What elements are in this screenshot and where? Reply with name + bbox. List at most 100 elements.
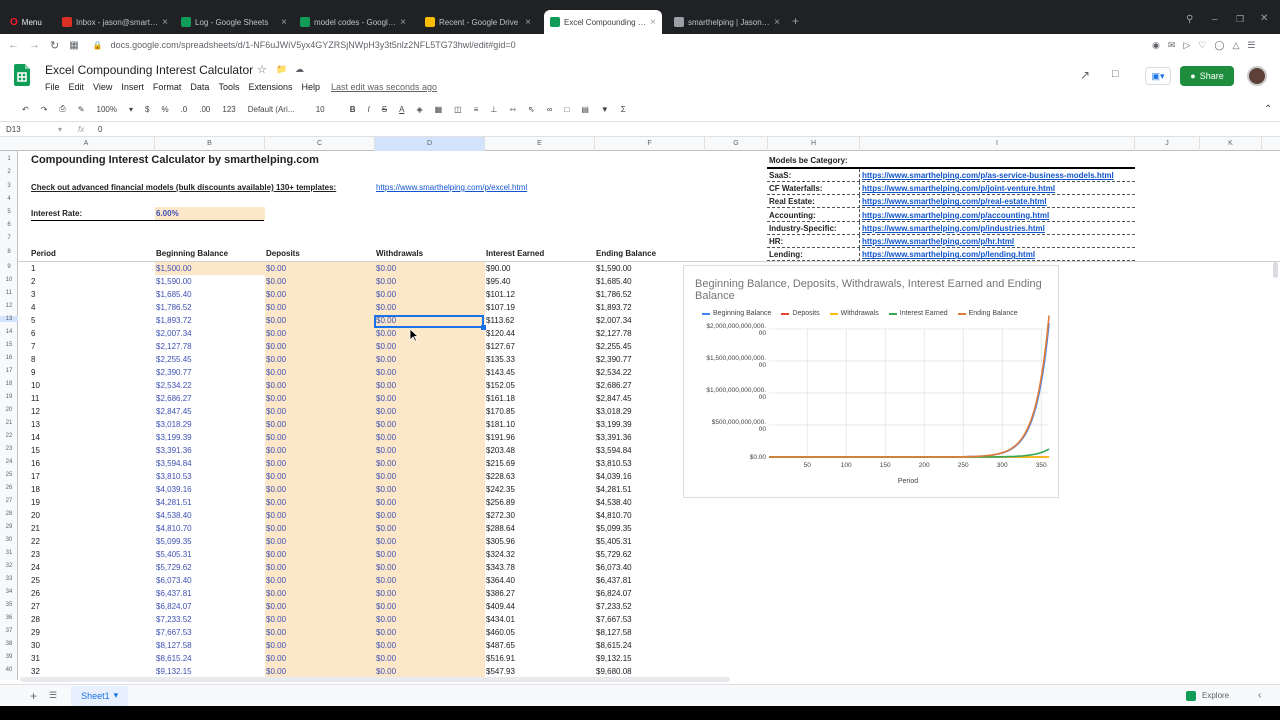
tab-close-icon[interactable]: × — [774, 17, 780, 28]
table-cell[interactable]: $0.00 — [376, 654, 396, 664]
restore-icon[interactable]: ❐ — [1236, 14, 1244, 25]
table-cell[interactable]: $3,594.84 — [156, 459, 192, 469]
row-header[interactable]: 35 — [0, 602, 18, 608]
column-title[interactable]: Withdrawals — [376, 249, 423, 259]
row-header[interactable]: 11 — [0, 290, 18, 296]
browser-tab[interactable]: smarthelping | Jason Varne... × — [668, 12, 786, 32]
table-cell[interactable]: $0.00 — [376, 628, 396, 638]
table-cell[interactable]: $107.19 — [486, 303, 515, 313]
table-cell[interactable]: $2,686.27 — [596, 381, 632, 391]
filter-icon[interactable]: ▼ — [601, 105, 609, 114]
menu-file[interactable]: File — [45, 82, 60, 92]
table-cell[interactable]: $3,391.36 — [596, 433, 632, 443]
menu-data[interactable]: Data — [190, 82, 209, 92]
table-cell[interactable]: $409.44 — [486, 602, 515, 612]
browser-tab[interactable]: Log - Google Sheets × — [175, 12, 293, 32]
table-cell[interactable]: 26 — [31, 589, 40, 599]
row-header[interactable]: 1 — [0, 156, 18, 162]
table-cell[interactable]: $3,810.53 — [156, 472, 192, 482]
reload-icon[interactable]: ↻ — [50, 39, 59, 52]
table-cell[interactable]: 24 — [31, 563, 40, 573]
present-meet-button[interactable]: ▣▾ — [1145, 67, 1171, 85]
table-cell[interactable]: $0.00 — [266, 264, 286, 274]
table-cell[interactable]: $0.00 — [376, 485, 396, 495]
column-header-i[interactable]: I — [860, 137, 1135, 151]
menu-extensions[interactable]: Extensions — [248, 82, 292, 92]
table-cell[interactable]: $0.00 — [266, 667, 286, 677]
table-cell[interactable]: $135.33 — [486, 355, 515, 365]
row-header[interactable]: 25 — [0, 472, 18, 478]
table-cell[interactable]: $0.00 — [266, 459, 286, 469]
row-header[interactable]: 21 — [0, 420, 18, 426]
row-header[interactable]: 2 — [0, 169, 18, 175]
table-cell[interactable]: $8,127.58 — [596, 628, 632, 638]
table-cell[interactable]: 12 — [31, 407, 40, 417]
sheet-tab-sheet1[interactable]: Sheet1 ▾ — [71, 685, 129, 706]
menu-help[interactable]: Help — [301, 82, 320, 92]
table-cell[interactable]: $1,893.72 — [596, 303, 632, 313]
comments-icon[interactable]: □ — [1112, 68, 1119, 80]
table-cell[interactable]: $0.00 — [376, 589, 396, 599]
table-cell[interactable]: $5,729.62 — [156, 563, 192, 573]
table-cell[interactable]: $1,590.00 — [156, 277, 192, 287]
table-cell[interactable]: 27 — [31, 602, 40, 612]
star-icon[interactable]: ☆ — [257, 63, 267, 76]
table-cell[interactable]: $0.00 — [376, 394, 396, 404]
table-cell[interactable]: $5,405.31 — [156, 550, 192, 560]
decrease-decimal-button[interactable]: .0 — [181, 105, 188, 114]
table-cell[interactable]: $0.00 — [376, 537, 396, 547]
minimize-icon[interactable]: – — [1212, 14, 1218, 25]
interest-rate-value[interactable]: 6.00% — [156, 209, 179, 219]
table-cell[interactable]: $215.69 — [486, 459, 515, 469]
table-cell[interactable]: $487.65 — [486, 641, 515, 651]
column-header-h[interactable]: H — [768, 137, 860, 151]
row-header[interactable]: 7 — [0, 235, 18, 241]
table-cell[interactable]: 7 — [31, 342, 35, 352]
selected-cell-d13[interactable] — [374, 315, 484, 328]
table-cell[interactable]: $2,847.45 — [596, 394, 632, 404]
table-cell[interactable]: $434.01 — [486, 615, 515, 625]
row-header[interactable]: 4 — [0, 196, 18, 202]
tab-close-icon[interactable]: × — [525, 17, 531, 28]
font-select[interactable]: Default (Ari... — [248, 105, 304, 114]
table-cell[interactable]: $2,534.22 — [156, 381, 192, 391]
row-header[interactable]: 34 — [0, 589, 18, 595]
table-cell[interactable]: $324.32 — [486, 550, 515, 560]
table-cell[interactable]: $203.48 — [486, 446, 515, 456]
promo-link[interactable]: https://www.smarthelping.com/p/excel.htm… — [376, 183, 527, 193]
table-cell[interactable]: 30 — [31, 641, 40, 651]
row-header[interactable]: 20 — [0, 407, 18, 413]
table-cell[interactable]: $0.00 — [266, 576, 286, 586]
table-cell[interactable]: $9,132.15 — [156, 667, 192, 677]
currency-format-button[interactable]: $ — [145, 105, 149, 114]
table-cell[interactable]: $101.12 — [486, 290, 515, 300]
table-cell[interactable]: $3,018.29 — [596, 407, 632, 417]
table-cell[interactable]: $1,893.72 — [156, 316, 192, 326]
interest-rate-label[interactable]: Interest Rate: — [31, 209, 82, 219]
table-cell[interactable]: $0.00 — [376, 433, 396, 443]
table-cell[interactable]: 13 — [31, 420, 40, 430]
table-cell[interactable]: $8,127.58 — [156, 641, 192, 651]
table-cell[interactable]: $305.96 — [486, 537, 515, 547]
redo-icon[interactable]: ↷ — [41, 105, 48, 114]
column-header-d[interactable]: D — [375, 137, 485, 151]
table-cell[interactable]: $256.89 — [486, 498, 515, 508]
table-cell[interactable]: $0.00 — [266, 420, 286, 430]
table-cell[interactable]: $5,099.35 — [156, 537, 192, 547]
table-cell[interactable]: $0.00 — [266, 641, 286, 651]
table-cell[interactable]: 19 — [31, 498, 40, 508]
table-cell[interactable]: $4,538.40 — [596, 498, 632, 508]
strikethrough-button[interactable]: S — [382, 105, 387, 114]
table-cell[interactable]: $0.00 — [266, 654, 286, 664]
row-header[interactable]: 6 — [0, 222, 18, 228]
table-cell[interactable]: $0.00 — [266, 290, 286, 300]
table-cell[interactable]: $228.63 — [486, 472, 515, 482]
merge-cells-icon[interactable]: ◫ — [454, 105, 462, 114]
table-cell[interactable]: 18 — [31, 485, 40, 495]
menu-tools[interactable]: Tools — [218, 82, 239, 92]
horizontal-scrollbar[interactable] — [20, 677, 730, 682]
table-cell[interactable]: $3,199.39 — [156, 433, 192, 443]
table-cell[interactable]: $386.27 — [486, 589, 515, 599]
table-cell[interactable]: $1,590.00 — [596, 264, 632, 274]
model-category[interactable]: Accounting: — [769, 211, 816, 221]
